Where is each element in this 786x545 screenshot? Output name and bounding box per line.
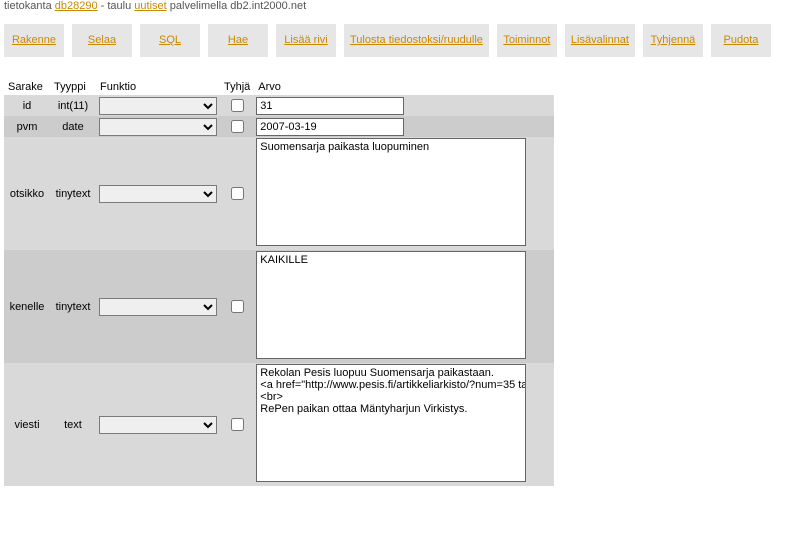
funktio-select-id[interactable] <box>99 97 217 115</box>
tab-lisaa-rivi[interactable]: Lisää rivi <box>276 24 336 57</box>
tab-pudota[interactable]: Pudota <box>711 24 771 57</box>
cell-name-pvm: pvm <box>4 116 50 137</box>
tab-tulosta[interactable]: Tulosta tiedostoksi/ruudulle <box>344 24 489 57</box>
tab-sql[interactable]: SQL <box>140 24 200 57</box>
tab-rakenne[interactable]: Rakenne <box>4 24 64 57</box>
value-textarea-kenelle[interactable] <box>256 251 526 359</box>
cell-type-kenelle: tinytext <box>50 250 96 363</box>
col-header-sarake: Sarake <box>4 79 50 95</box>
null-checkbox-viesti[interactable] <box>231 418 244 431</box>
db-link[interactable]: db28290 <box>55 0 98 12</box>
null-checkbox-otsikko[interactable] <box>231 187 244 200</box>
null-checkbox-pvm[interactable] <box>231 120 244 133</box>
null-checkbox-kenelle[interactable] <box>231 300 244 313</box>
cell-name-viesti: viesti <box>4 363 50 486</box>
cell-type-id: int(11) <box>50 95 96 116</box>
tab-lisavalinnat[interactable]: Lisävalinnat <box>565 24 635 57</box>
row-id: id int(11) <box>4 95 554 116</box>
funktio-select-pvm[interactable] <box>99 118 217 136</box>
table-link[interactable]: uutiset <box>134 0 166 12</box>
col-header-tyhja: Tyhjä <box>220 79 254 95</box>
value-textarea-otsikko[interactable] <box>256 138 526 246</box>
col-header-funktio: Funktio <box>96 79 220 95</box>
value-input-id[interactable] <box>256 97 404 115</box>
tab-toiminnot[interactable]: Toiminnot <box>497 24 557 57</box>
null-checkbox-id[interactable] <box>231 99 244 112</box>
tab-selaa[interactable]: Selaa <box>72 24 132 57</box>
row-otsikko: otsikko tinytext <box>4 137 554 250</box>
funktio-select-viesti[interactable] <box>99 416 217 434</box>
value-input-pvm[interactable] <box>256 118 404 136</box>
tab-tyhjenna[interactable]: Tyhjennä <box>643 24 703 57</box>
edit-table: Sarake Tyyppi Funktio Tyhjä Arvo id int(… <box>4 79 554 486</box>
breadcrumb: tietokanta db28290 - taulu uutiset palve… <box>0 0 786 20</box>
cell-type-otsikko: tinytext <box>50 137 96 250</box>
breadcrumb-mid: - taulu <box>98 0 135 12</box>
header-row: Sarake Tyyppi Funktio Tyhjä Arvo <box>4 79 554 95</box>
tab-hae[interactable]: Hae <box>208 24 268 57</box>
row-viesti: viesti text <box>4 363 554 486</box>
tab-bar: Rakenne Selaa SQL Hae Lisää rivi Tulosta… <box>0 20 786 61</box>
breadcrumb-prefix: tietokanta <box>4 0 55 12</box>
cell-name-otsikko: otsikko <box>4 137 50 250</box>
funktio-select-kenelle[interactable] <box>99 298 217 316</box>
row-kenelle: kenelle tinytext <box>4 250 554 363</box>
value-textarea-viesti[interactable] <box>256 364 526 482</box>
cell-name-kenelle: kenelle <box>4 250 50 363</box>
cell-name-id: id <box>4 95 50 116</box>
cell-type-pvm: date <box>50 116 96 137</box>
funktio-select-otsikko[interactable] <box>99 185 217 203</box>
cell-type-viesti: text <box>50 363 96 486</box>
breadcrumb-suffix: palvelimella db2.int2000.net <box>167 0 306 12</box>
col-header-arvo: Arvo <box>254 79 554 95</box>
row-pvm: pvm date <box>4 116 554 137</box>
col-header-tyyppi: Tyyppi <box>50 79 96 95</box>
